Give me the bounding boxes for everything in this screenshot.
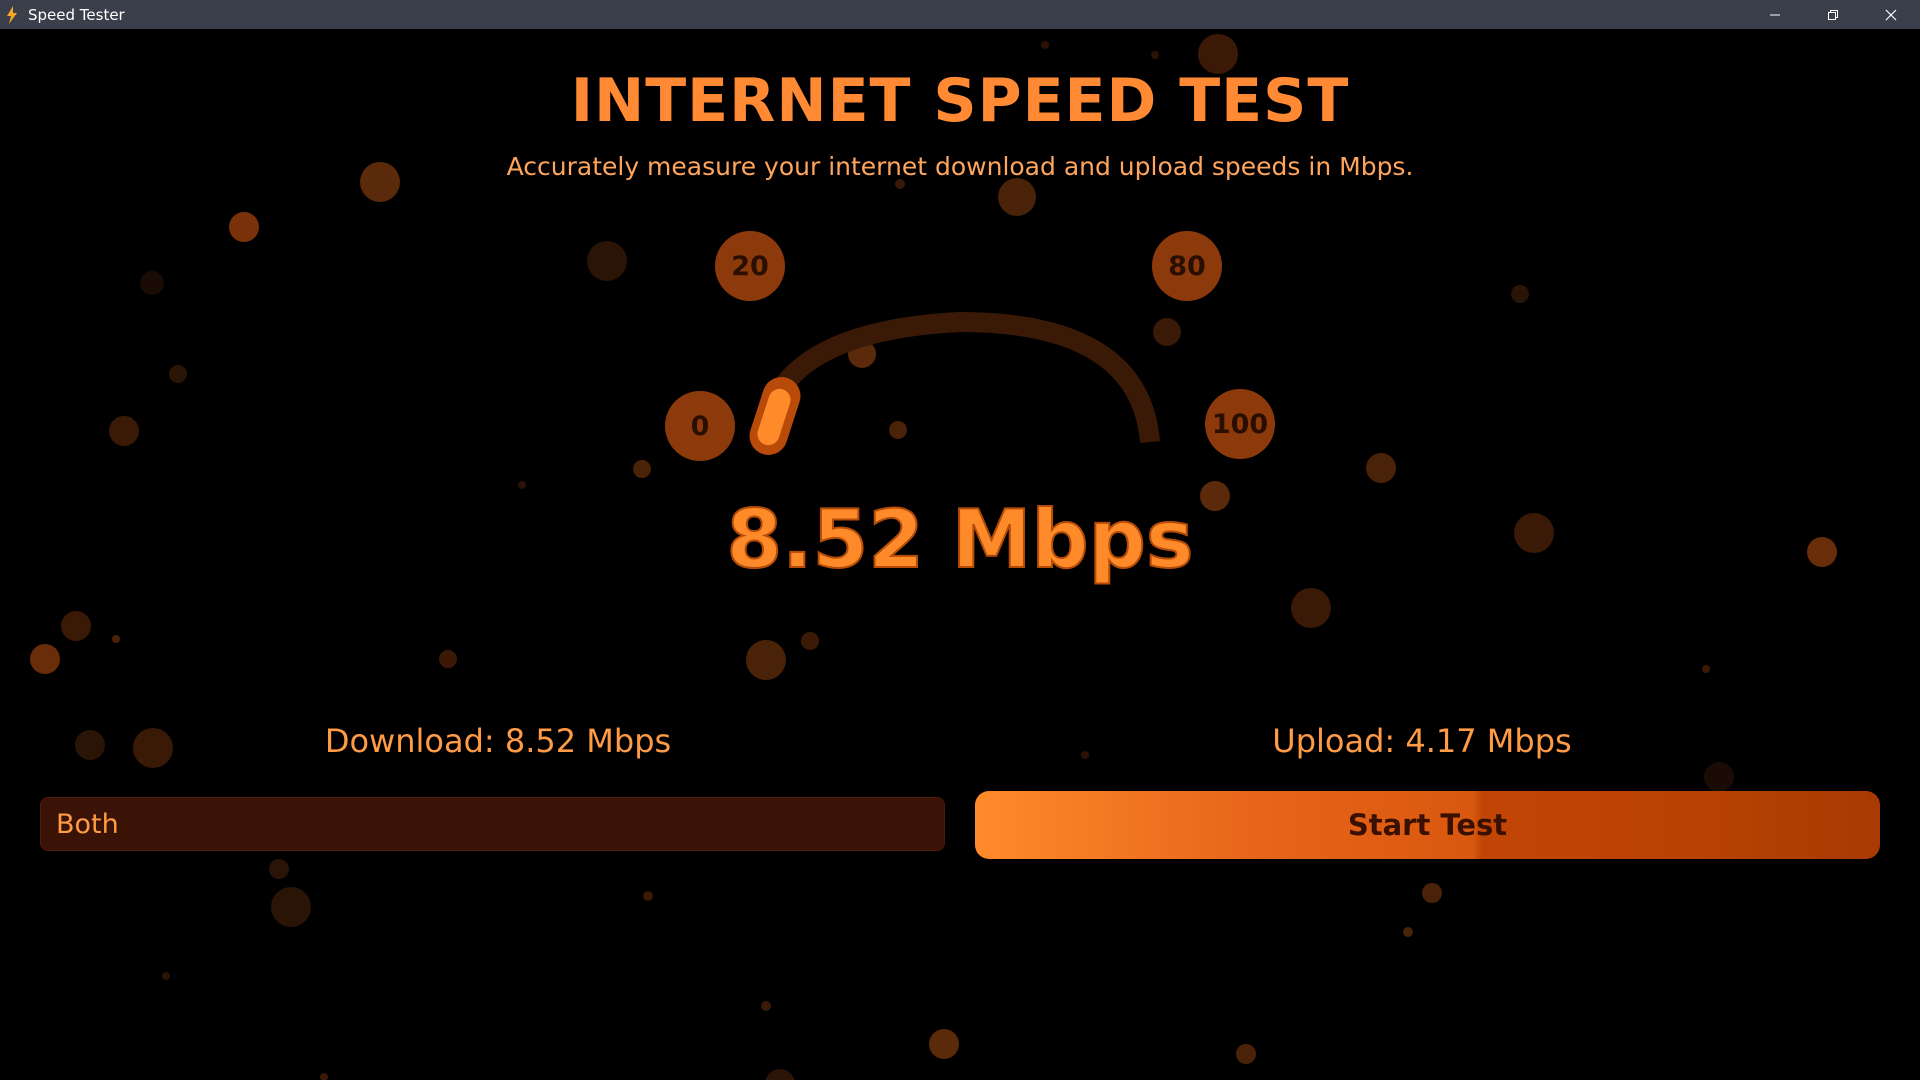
start-test-button[interactable]: Start Test: [975, 791, 1880, 859]
app-window: Speed Tester INTERNET SPEED TEST Accurat…: [0, 0, 1920, 1080]
test-mode-value: Both: [56, 808, 119, 840]
current-speed-readout: 8.52 Mbps: [726, 492, 1195, 587]
gauge-tick-label: 0: [665, 391, 735, 461]
gauge-needle: [749, 377, 801, 455]
gauge-tick-label: 100: [1205, 389, 1275, 459]
gauge-tick-label: 20: [715, 231, 785, 301]
test-mode-select[interactable]: Both: [40, 797, 945, 851]
gauge-tick-label: 80: [1152, 231, 1222, 301]
download-result: Download: 8.52 Mbps: [324, 722, 672, 760]
upload-result: Upload: 4.17 Mbps: [1272, 722, 1572, 760]
gauge-arc: [760, 311, 1160, 444]
